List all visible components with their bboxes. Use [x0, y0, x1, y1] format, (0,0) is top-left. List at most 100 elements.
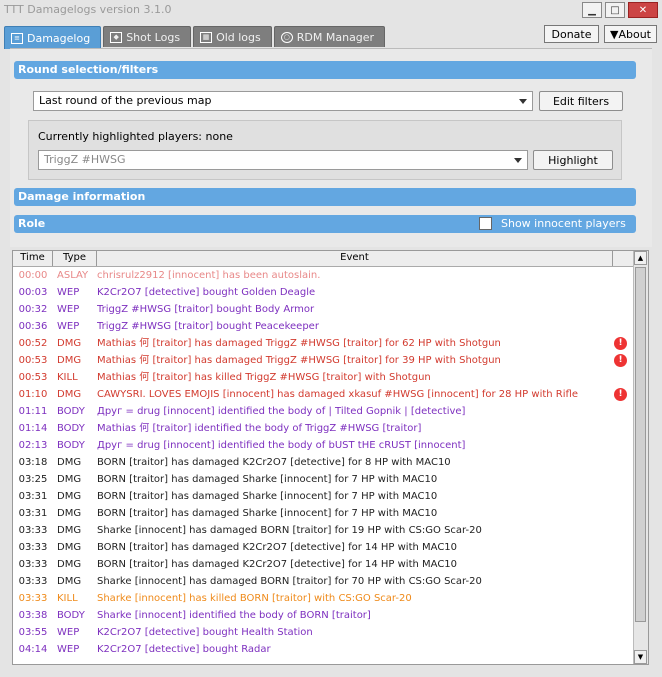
tab-damagelog[interactable]: ≡ Damagelog	[4, 26, 102, 49]
column-time[interactable]: Time	[13, 251, 53, 266]
chevron-down-icon	[519, 99, 527, 104]
table-row[interactable]: 03:25 DMG BORN [traitor] has damaged Shark…	[13, 471, 635, 488]
scroll-down-icon[interactable]: ▼	[634, 650, 647, 664]
table-row[interactable]: 02:13 BODY Друг = drug [innocent] identifi…	[13, 437, 635, 454]
row-event: BORN [traitor] has damaged Sharke [innoc…	[97, 491, 438, 502]
row-event: TriggZ #HWSG [traitor] bought Peacekeepe…	[97, 321, 319, 332]
row-event: Mathias 何 [traitor] has killed TriggZ #H…	[97, 372, 431, 383]
row-event: BORN [traitor] has damaged K2Cr2O7 [dete…	[97, 559, 458, 570]
round-select-value: Last round of the previous map	[39, 94, 212, 107]
donate-button[interactable]: Donate	[544, 25, 599, 43]
row-type: DMG	[57, 338, 82, 349]
tab-shot-logs[interactable]: ◆ Shot Logs	[103, 26, 192, 47]
magnifier-icon: ○	[280, 31, 293, 43]
row-type: DMG	[57, 576, 82, 587]
table-row[interactable]: 03:31 DMG BORN [traitor] has damaged Shark…	[13, 488, 635, 505]
row-type: DMG	[57, 491, 82, 502]
table-row[interactable]: 00:53 DMG Mathias 何 [traitor] has damaged …	[13, 352, 635, 369]
row-time: 01:11	[18, 406, 48, 417]
row-time: 04:14	[18, 644, 48, 655]
table-row[interactable]: 04:14 WEP K2Cr2O7 [detective] bought Radar	[13, 641, 635, 658]
row-type: DMG	[57, 525, 82, 536]
edit-filters-button[interactable]: Edit filters	[539, 91, 623, 111]
table-row[interactable]: 00:53 KILL Mathias 何 [traitor] has killed …	[13, 369, 635, 386]
row-time: 00:32	[18, 304, 48, 315]
tab-old-logs[interactable]: ▦ Old logs	[193, 26, 272, 47]
table-row[interactable]: 03:55 WEP K2Cr2O7 [detective] bought Healt…	[13, 624, 635, 641]
row-type: DMG	[57, 559, 82, 570]
table-row[interactable]: 00:36 WEP TriggZ #HWSG [traitor] bought Pe…	[13, 318, 635, 335]
table-row[interactable]: 03:38 BODY Sharke [innocent] identified th…	[13, 607, 635, 624]
player-select[interactable]: TriggZ #HWSG	[38, 150, 528, 170]
table-row[interactable]: 03:33 DMG BORN [traitor] has damaged K2Cr2…	[13, 556, 635, 573]
table-row[interactable]: 03:33 DMG BORN [traitor] has damaged K2Cr2…	[13, 539, 635, 556]
table-row[interactable]: 03:18 DMG BORN [traitor] has damaged K2Cr2…	[13, 454, 635, 471]
row-time: 00:00	[18, 270, 48, 281]
row-type: WEP	[57, 321, 80, 332]
table-row[interactable]: 00:52 DMG Mathias 何 [traitor] has damaged …	[13, 335, 635, 352]
table-row[interactable]: 01:11 BODY Друг = drug [innocent] identifi…	[13, 403, 635, 420]
role-title: Role	[18, 217, 46, 230]
scroll-thumb[interactable]	[635, 267, 646, 622]
row-time: 03:31	[18, 508, 48, 519]
row-event: Sharke [innocent] identified the body of…	[97, 610, 371, 621]
row-type: BODY	[57, 610, 85, 621]
row-event: Друг = drug [innocent] identified the bo…	[97, 406, 466, 417]
damage-information-header[interactable]: Damage information	[14, 188, 636, 206]
row-time: 02:13	[18, 440, 48, 451]
warning-icon: !	[614, 354, 627, 367]
row-time: 03:18	[18, 457, 48, 468]
table-row[interactable]: 03:33 KILL Sharke [innocent] has killed BO…	[13, 590, 635, 607]
close-button[interactable]: ✕	[628, 2, 658, 18]
row-event: Mathias 何 [traitor] identified the body …	[97, 423, 422, 434]
round-select[interactable]: Last round of the previous map	[33, 91, 533, 111]
maximize-button[interactable]: □	[605, 2, 625, 18]
row-time: 00:03	[18, 287, 48, 298]
row-type: BODY	[57, 440, 85, 451]
row-time: 00:52	[18, 338, 48, 349]
vertical-scrollbar[interactable]: ▲ ▼	[633, 251, 648, 664]
column-event[interactable]: Event	[97, 251, 613, 266]
table-row[interactable]: 00:32 WEP TriggZ #HWSG [traitor] bought Bo…	[13, 301, 635, 318]
row-time: 03:55	[18, 627, 48, 638]
about-button[interactable]: ▼About	[604, 25, 657, 43]
row-type: ASLAY	[57, 270, 89, 281]
highlight-button[interactable]: Highlight	[533, 150, 613, 170]
tab-label: Damagelog	[27, 31, 91, 45]
row-event: Друг = drug [innocent] identified the bo…	[97, 440, 466, 451]
player-select-value: TriggZ #HWSG	[44, 153, 126, 166]
row-time: 03:33	[18, 542, 48, 553]
round-selection-header[interactable]: Round selection/filters	[14, 61, 636, 79]
damagelog-list[interactable]: Time Type Event 00:00 ASLAY chrisrulz2912 …	[12, 250, 649, 665]
scroll-up-icon[interactable]: ▲	[634, 251, 647, 265]
close-icon: ✕	[638, 4, 648, 16]
row-event: Mathias 何 [traitor] has damaged TriggZ #…	[97, 338, 501, 349]
warning-icon: !	[614, 388, 627, 401]
calendar-icon: ▦	[200, 31, 213, 43]
row-event: BORN [traitor] has damaged Sharke [innoc…	[97, 508, 438, 519]
show-innocent-checkbox[interactable]	[479, 217, 492, 230]
row-type: DMG	[57, 542, 82, 553]
minimize-button[interactable]: ▁	[582, 2, 602, 18]
list-rows: 00:00 ASLAY chrisrulz2912 [innocent] has b…	[13, 267, 635, 658]
row-type: KILL	[57, 372, 78, 383]
row-event: K2Cr2O7 [detective] bought Health Statio…	[97, 627, 313, 638]
row-time: 00:36	[18, 321, 48, 332]
table-row[interactable]: 00:03 WEP K2Cr2O7 [detective] bought Golde…	[13, 284, 635, 301]
minimize-icon: ▁	[588, 4, 596, 16]
list-icon: ≡	[11, 32, 23, 44]
table-row[interactable]: 00:00 ASLAY chrisrulz2912 [innocent] has b…	[13, 267, 635, 284]
column-type[interactable]: Type	[53, 251, 97, 266]
tab-rdm-manager[interactable]: ○ RDM Manager	[273, 26, 386, 47]
row-time: 01:10	[18, 389, 48, 400]
table-row[interactable]: 01:14 BODY Mathias 何 [traitor] identified …	[13, 420, 635, 437]
row-time: 03:25	[18, 474, 48, 485]
row-type: DMG	[57, 508, 82, 519]
table-row[interactable]: 01:10 DMG CAWYSRI. LOVES EMOJIS [innocent]…	[13, 386, 635, 403]
maximize-icon: □	[610, 4, 620, 16]
window-controls: ▁ □ ✕	[579, 2, 658, 18]
table-row[interactable]: 03:33 DMG Sharke [innocent] has damaged BO…	[13, 573, 635, 590]
table-row[interactable]: 03:33 DMG Sharke [innocent] has damaged BO…	[13, 522, 635, 539]
row-time: 01:14	[18, 423, 48, 434]
table-row[interactable]: 03:31 DMG BORN [traitor] has damaged Shark…	[13, 505, 635, 522]
